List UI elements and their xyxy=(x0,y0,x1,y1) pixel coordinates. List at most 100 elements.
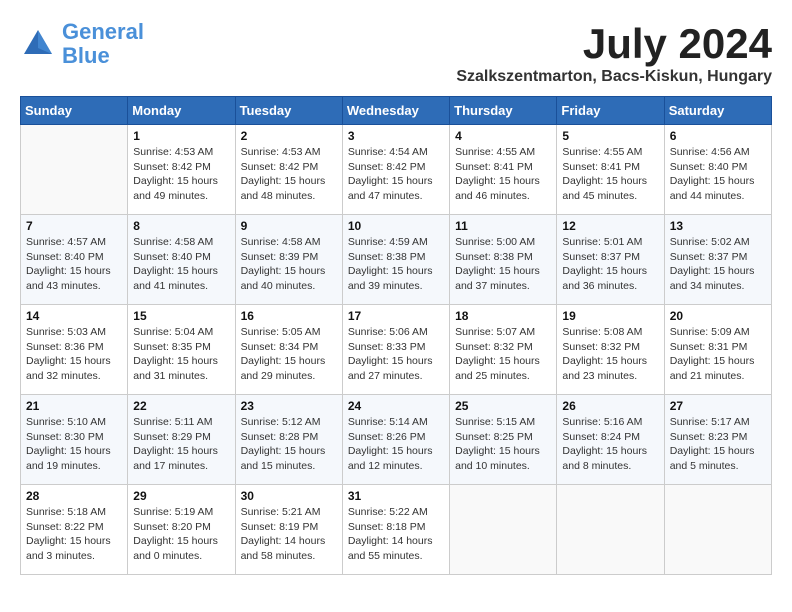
day-info: Sunrise: 5:12 AMSunset: 8:28 PMDaylight:… xyxy=(241,415,337,474)
calendar-cell xyxy=(21,125,128,215)
day-number: 17 xyxy=(348,309,444,323)
day-info: Sunrise: 5:14 AMSunset: 8:26 PMDaylight:… xyxy=(348,415,444,474)
day-info: Sunrise: 5:03 AMSunset: 8:36 PMDaylight:… xyxy=(26,325,122,384)
calendar-cell: 3 Sunrise: 4:54 AMSunset: 8:42 PMDaylight… xyxy=(342,125,449,215)
calendar-body: 1 Sunrise: 4:53 AMSunset: 8:42 PMDaylight… xyxy=(21,125,772,575)
day-number: 28 xyxy=(26,489,122,503)
day-info: Sunrise: 4:53 AMSunset: 8:42 PMDaylight:… xyxy=(241,145,337,204)
calendar-table: SundayMondayTuesdayWednesdayThursdayFrid… xyxy=(20,96,772,575)
week-row-3: 14 Sunrise: 5:03 AMSunset: 8:36 PMDayligh… xyxy=(21,305,772,395)
calendar-cell: 25 Sunrise: 5:15 AMSunset: 8:25 PMDayligh… xyxy=(450,395,557,485)
location-title: Szalkszentmarton, Bacs-Kiskun, Hungary xyxy=(456,68,772,86)
calendar-cell: 13 Sunrise: 5:02 AMSunset: 8:37 PMDayligh… xyxy=(664,215,771,305)
calendar-cell: 26 Sunrise: 5:16 AMSunset: 8:24 PMDayligh… xyxy=(557,395,664,485)
day-info: Sunrise: 5:17 AMSunset: 8:23 PMDaylight:… xyxy=(670,415,766,474)
calendar-cell xyxy=(664,485,771,575)
calendar-cell: 8 Sunrise: 4:58 AMSunset: 8:40 PMDaylight… xyxy=(128,215,235,305)
day-info: Sunrise: 4:55 AMSunset: 8:41 PMDaylight:… xyxy=(455,145,551,204)
day-number: 2 xyxy=(241,129,337,143)
month-title: July 2024 xyxy=(456,20,772,68)
day-number: 29 xyxy=(133,489,229,503)
day-info: Sunrise: 4:55 AMSunset: 8:41 PMDaylight:… xyxy=(562,145,658,204)
calendar-cell: 2 Sunrise: 4:53 AMSunset: 8:42 PMDaylight… xyxy=(235,125,342,215)
day-number: 15 xyxy=(133,309,229,323)
day-number: 13 xyxy=(670,219,766,233)
week-row-2: 7Sunrise: 4:57 AMSunset: 8:40 PMDaylight… xyxy=(21,215,772,305)
calendar-cell xyxy=(450,485,557,575)
day-info: Sunrise: 5:21 AMSunset: 8:19 PMDaylight:… xyxy=(241,505,337,564)
day-info: Sunrise: 5:22 AMSunset: 8:18 PMDaylight:… xyxy=(348,505,444,564)
day-number: 14 xyxy=(26,309,122,323)
page-header: General Blue July 2024 Szalkszentmarton,… xyxy=(20,20,772,86)
calendar-cell: 4 Sunrise: 4:55 AMSunset: 8:41 PMDaylight… xyxy=(450,125,557,215)
calendar-cell: 29 Sunrise: 5:19 AMSunset: 8:20 PMDayligh… xyxy=(128,485,235,575)
calendar-cell: 31Sunrise: 5:22 AMSunset: 8:18 PMDayligh… xyxy=(342,485,449,575)
calendar-cell: 11 Sunrise: 5:00 AMSunset: 8:38 PMDayligh… xyxy=(450,215,557,305)
day-info: Sunrise: 5:06 AMSunset: 8:33 PMDaylight:… xyxy=(348,325,444,384)
calendar-cell: 12Sunrise: 5:01 AMSunset: 8:37 PMDayligh… xyxy=(557,215,664,305)
calendar-cell: 6Sunrise: 4:56 AMSunset: 8:40 PMDaylight… xyxy=(664,125,771,215)
week-row-1: 1 Sunrise: 4:53 AMSunset: 8:42 PMDaylight… xyxy=(21,125,772,215)
calendar-cell: 24 Sunrise: 5:14 AMSunset: 8:26 PMDayligh… xyxy=(342,395,449,485)
day-info: Sunrise: 5:09 AMSunset: 8:31 PMDaylight:… xyxy=(670,325,766,384)
day-number: 10 xyxy=(348,219,444,233)
day-number: 7 xyxy=(26,219,122,233)
day-number: 26 xyxy=(562,399,658,413)
calendar-cell: 1Sunrise: 4:53 AMSunset: 8:42 PMDaylight… xyxy=(128,125,235,215)
weekday-header-friday: Friday xyxy=(557,97,664,125)
day-number: 22 xyxy=(133,399,229,413)
day-info: Sunrise: 5:19 AMSunset: 8:20 PMDaylight:… xyxy=(133,505,229,564)
logo-icon xyxy=(20,26,56,62)
calendar-cell: 10 Sunrise: 4:59 AMSunset: 8:38 PMDayligh… xyxy=(342,215,449,305)
calendar-cell: 23 Sunrise: 5:12 AMSunset: 8:28 PMDayligh… xyxy=(235,395,342,485)
day-number: 24 xyxy=(348,399,444,413)
calendar-cell: 14 Sunrise: 5:03 AMSunset: 8:36 PMDayligh… xyxy=(21,305,128,395)
calendar-cell: 17 Sunrise: 5:06 AMSunset: 8:33 PMDayligh… xyxy=(342,305,449,395)
day-info: Sunrise: 5:16 AMSunset: 8:24 PMDaylight:… xyxy=(562,415,658,474)
day-number: 25 xyxy=(455,399,551,413)
calendar-cell: 30 Sunrise: 5:21 AMSunset: 8:19 PMDayligh… xyxy=(235,485,342,575)
day-info: Sunrise: 5:11 AMSunset: 8:29 PMDaylight:… xyxy=(133,415,229,474)
calendar-cell: 5 Sunrise: 4:55 AMSunset: 8:41 PMDaylight… xyxy=(557,125,664,215)
day-number: 16 xyxy=(241,309,337,323)
calendar-cell: 20Sunrise: 5:09 AMSunset: 8:31 PMDayligh… xyxy=(664,305,771,395)
weekday-header-thursday: Thursday xyxy=(450,97,557,125)
weekday-header-monday: Monday xyxy=(128,97,235,125)
day-info: Sunrise: 4:58 AMSunset: 8:39 PMDaylight:… xyxy=(241,235,337,294)
calendar-cell: 28Sunrise: 5:18 AMSunset: 8:22 PMDayligh… xyxy=(21,485,128,575)
day-number: 1 xyxy=(133,129,229,143)
day-number: 9 xyxy=(241,219,337,233)
day-info: Sunrise: 4:54 AMSunset: 8:42 PMDaylight:… xyxy=(348,145,444,204)
day-info: Sunrise: 5:08 AMSunset: 8:32 PMDaylight:… xyxy=(562,325,658,384)
day-info: Sunrise: 4:58 AMSunset: 8:40 PMDaylight:… xyxy=(133,235,229,294)
day-info: Sunrise: 4:56 AMSunset: 8:40 PMDaylight:… xyxy=(670,145,766,204)
day-info: Sunrise: 5:02 AMSunset: 8:37 PMDaylight:… xyxy=(670,235,766,294)
day-info: Sunrise: 5:10 AMSunset: 8:30 PMDaylight:… xyxy=(26,415,122,474)
weekday-header-row: SundayMondayTuesdayWednesdayThursdayFrid… xyxy=(21,97,772,125)
day-number: 5 xyxy=(562,129,658,143)
calendar-cell: 22 Sunrise: 5:11 AMSunset: 8:29 PMDayligh… xyxy=(128,395,235,485)
day-number: 3 xyxy=(348,129,444,143)
weekday-header-saturday: Saturday xyxy=(664,97,771,125)
week-row-5: 28Sunrise: 5:18 AMSunset: 8:22 PMDayligh… xyxy=(21,485,772,575)
calendar-cell: 7Sunrise: 4:57 AMSunset: 8:40 PMDaylight… xyxy=(21,215,128,305)
calendar-cell: 27Sunrise: 5:17 AMSunset: 8:23 PMDayligh… xyxy=(664,395,771,485)
calendar-cell: 19 Sunrise: 5:08 AMSunset: 8:32 PMDayligh… xyxy=(557,305,664,395)
day-info: Sunrise: 5:04 AMSunset: 8:35 PMDaylight:… xyxy=(133,325,229,384)
day-number: 18 xyxy=(455,309,551,323)
day-info: Sunrise: 4:59 AMSunset: 8:38 PMDaylight:… xyxy=(348,235,444,294)
day-number: 4 xyxy=(455,129,551,143)
day-info: Sunrise: 5:15 AMSunset: 8:25 PMDaylight:… xyxy=(455,415,551,474)
day-number: 19 xyxy=(562,309,658,323)
calendar-cell: 9 Sunrise: 4:58 AMSunset: 8:39 PMDaylight… xyxy=(235,215,342,305)
logo-text: General xyxy=(62,20,144,44)
day-info: Sunrise: 5:00 AMSunset: 8:38 PMDaylight:… xyxy=(455,235,551,294)
week-row-4: 21 Sunrise: 5:10 AMSunset: 8:30 PMDayligh… xyxy=(21,395,772,485)
day-number: 21 xyxy=(26,399,122,413)
day-number: 11 xyxy=(455,219,551,233)
weekday-header-wednesday: Wednesday xyxy=(342,97,449,125)
day-number: 23 xyxy=(241,399,337,413)
day-number: 8 xyxy=(133,219,229,233)
calendar-cell: 15 Sunrise: 5:04 AMSunset: 8:35 PMDayligh… xyxy=(128,305,235,395)
day-number: 30 xyxy=(241,489,337,503)
